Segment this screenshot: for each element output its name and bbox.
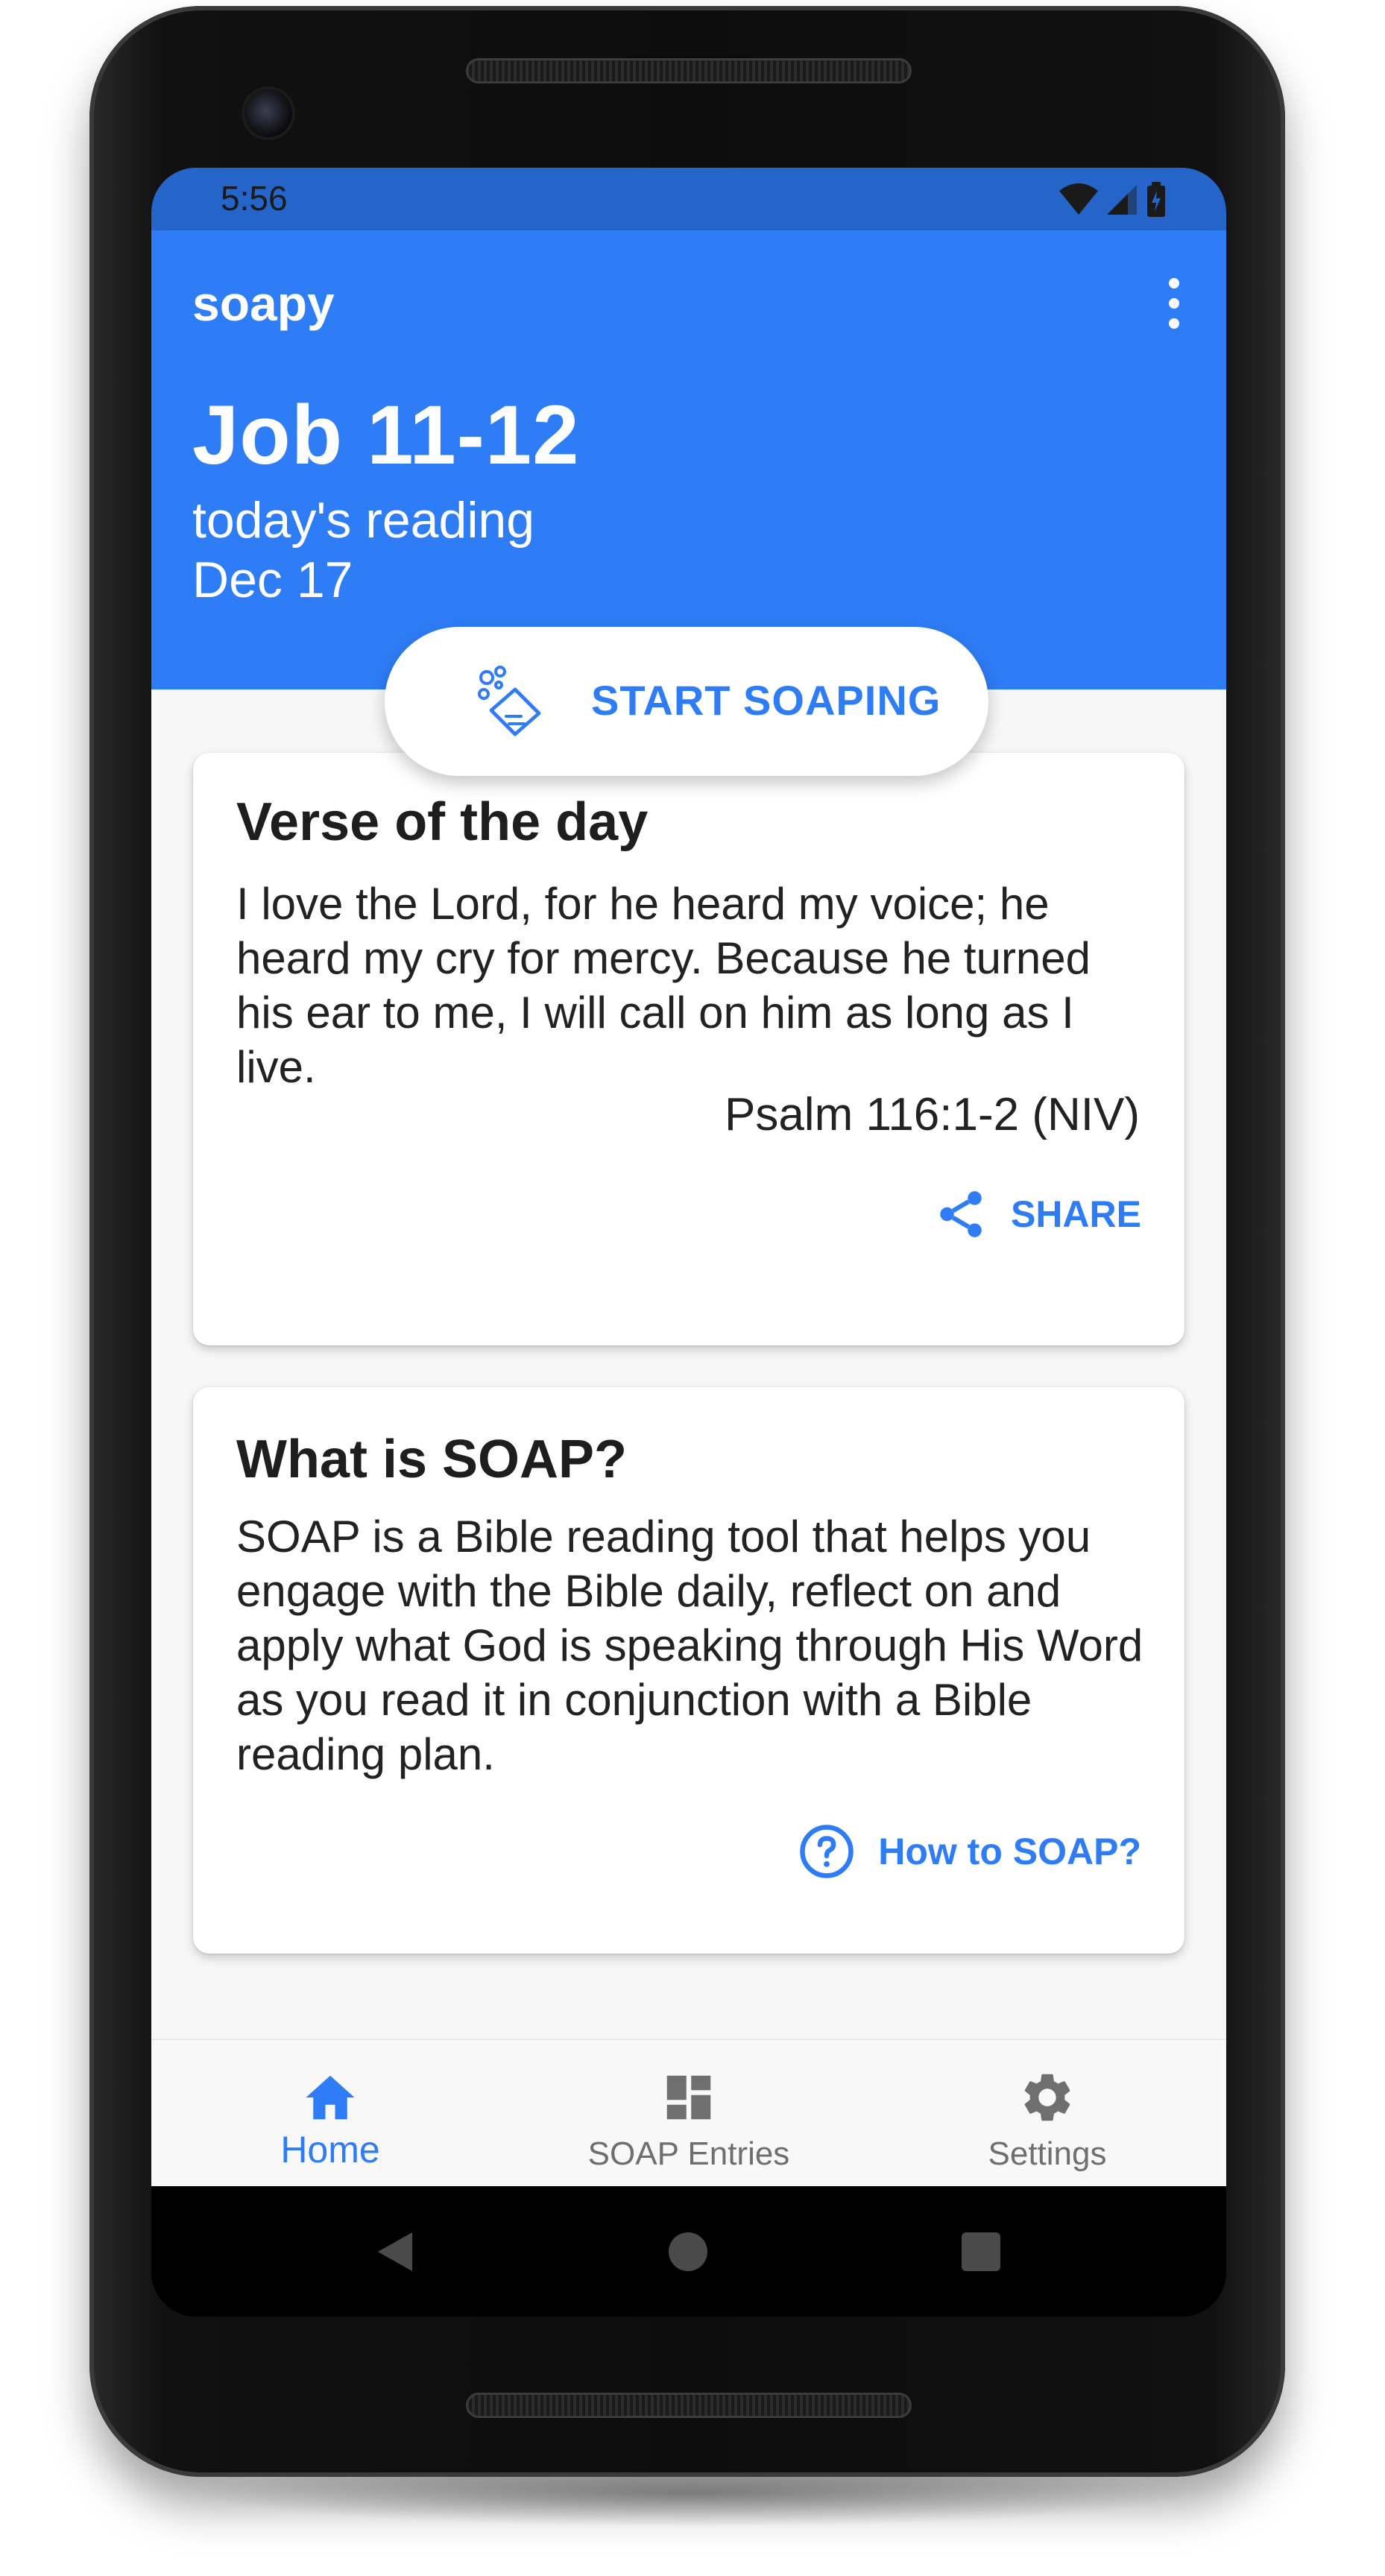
verse-text: I love the Lord, for he heard my voice; … [236, 879, 1091, 1092]
nav-home-label: Home [280, 2129, 380, 2171]
back-icon[interactable] [375, 2229, 420, 2274]
nav-home[interactable]: Home [151, 2040, 509, 2188]
screen: 5:56 soapy Job 11-12 today's reading Dec… [151, 168, 1226, 2317]
share-button[interactable]: SHARE [933, 1187, 1141, 1242]
how-to-soap-button[interactable]: How to SOAP? [798, 1822, 1141, 1881]
status-time: 5:56 [221, 179, 288, 218]
home-icon [306, 2075, 355, 2120]
front-camera [244, 89, 292, 137]
battery-icon [1147, 182, 1165, 217]
status-bar: 5:56 [151, 168, 1226, 230]
nav-settings[interactable]: Settings [868, 2040, 1226, 2188]
verse-of-the-day-card: Verse of the day I love the Lord, for he… [193, 753, 1184, 1345]
signal-icon [1107, 185, 1137, 215]
nav-settings-label: Settings [988, 2135, 1107, 2172]
gear-icon [1024, 2074, 1070, 2121]
system-navigation-bar [151, 2186, 1226, 2317]
what-is-soap-card: What is SOAP? SOAP is a Bible reading to… [193, 1387, 1184, 1954]
verse-reference: Psalm 116:1-2 (NIV) [724, 1089, 1140, 1140]
bottom-speaker [466, 2393, 912, 2418]
app-bar: soapy Job 11-12 today's reading Dec 17 [151, 230, 1226, 689]
help-circle-icon [800, 1825, 854, 1878]
app-title: soapy [192, 276, 335, 331]
verse-card-heading: Verse of the day [236, 792, 649, 852]
start-soaping-label: START SOAPING [591, 677, 941, 724]
reading-subtitle: today's reading [192, 492, 535, 549]
soap-icon [478, 666, 541, 736]
share-label: SHARE [1010, 1193, 1141, 1235]
share-icon [940, 1191, 982, 1237]
start-soaping-button[interactable]: START SOAPING [385, 627, 988, 776]
reading-date: Dec 17 [192, 552, 353, 608]
soap-card-heading: What is SOAP? [236, 1430, 628, 1489]
reading-title: Job 11-12 [192, 388, 580, 482]
bottom-navigation: Home SOAP Entries Settings [151, 2039, 1226, 2186]
nav-soap-entries[interactable]: SOAP Entries [510, 2040, 868, 2188]
wifi-icon [1059, 183, 1098, 215]
nav-soap-entries-label: SOAP Entries [587, 2135, 790, 2172]
how-to-soap-label: How to SOAP? [878, 1831, 1141, 1872]
more-vert-icon[interactable] [1159, 274, 1189, 333]
recents-icon[interactable] [959, 2229, 1003, 2274]
home-circle-icon[interactable] [666, 2229, 710, 2274]
dashboard-icon [666, 2075, 711, 2120]
soap-description: SOAP is a Bible reading tool that helps … [236, 1512, 1143, 1779]
earpiece-speaker [466, 58, 912, 83]
status-icons [1059, 181, 1167, 218]
